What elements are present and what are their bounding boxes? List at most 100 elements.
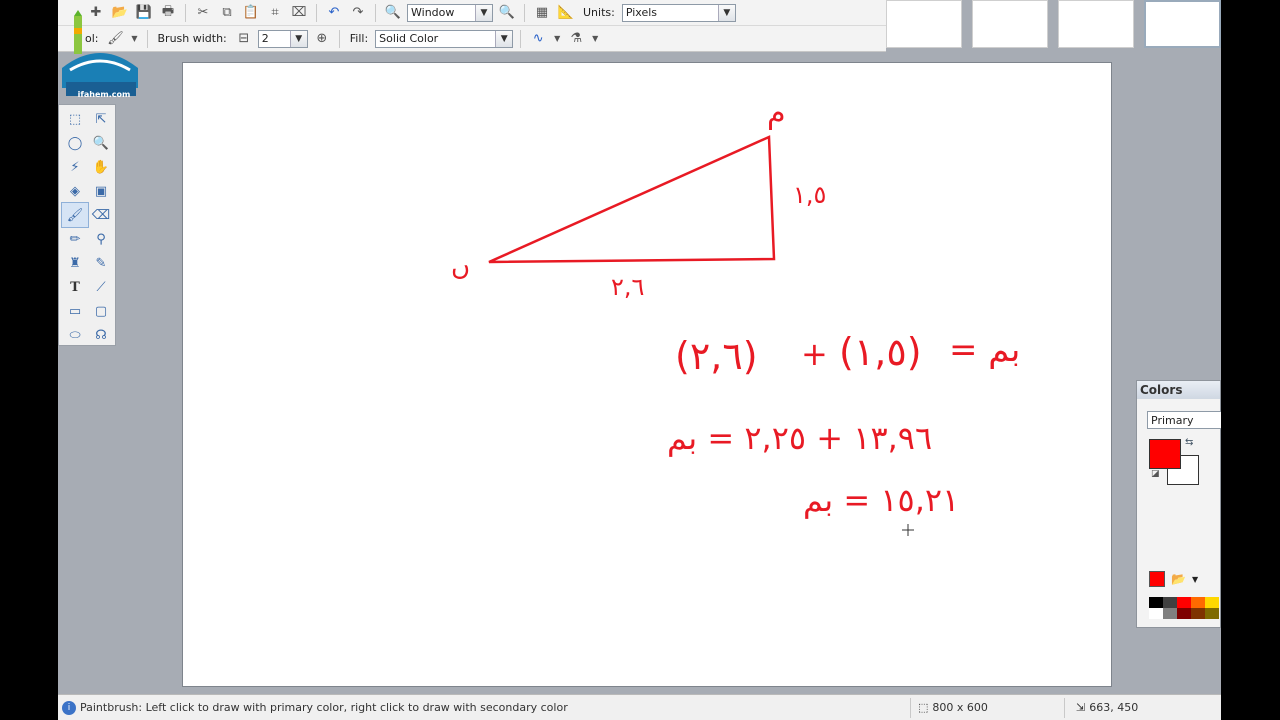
side-label-bottom: ٢,٦: [611, 273, 644, 301]
move-selection-tool-icon[interactable]: ⇱: [88, 107, 114, 131]
colors-panel-title: Colors: [1137, 381, 1220, 399]
equation-line-1-left: (٢,٦): [675, 334, 758, 378]
undo-icon[interactable]: ↶: [324, 3, 344, 23]
toolbar-divider: [316, 3, 317, 22]
units-label: Units:: [583, 6, 615, 19]
status-message: Paintbrush: Left click to draw with prim…: [80, 701, 568, 714]
rectangle-tool-icon[interactable]: ▭: [62, 299, 88, 323]
grid-icon[interactable]: ▦: [532, 3, 552, 23]
image-thumbnail[interactable]: [1058, 0, 1134, 48]
toolbar-divider: [338, 29, 340, 48]
site-logo: ifahem.com: [60, 8, 138, 104]
blend-mode-icon[interactable]: ⚗: [566, 29, 586, 49]
palette-color[interactable]: [1149, 608, 1163, 619]
palette-color[interactable]: [1191, 608, 1205, 619]
chevron-down-icon[interactable]: ▼: [552, 29, 562, 49]
vertex-label-left: ں: [451, 252, 470, 282]
paint-net-window: ✚ 📂 💾 🖶 ✂ ⧉ 📋 ⌗ ⌧ ↶ ↷ 🔍 Window ▼ 🔍 ▦ 📐 U…: [58, 0, 1221, 720]
chevron-down-icon[interactable]: ▼: [289, 30, 307, 47]
units-select[interactable]: Pixels ▼: [621, 3, 736, 22]
units-select-value: Pixels: [625, 6, 658, 19]
ellipse-tool-icon[interactable]: ⬭: [62, 323, 88, 347]
tool-options-toolbar: ol: 🖌 ▼ Brush width: ⊟ 2 ▼ ⊕ Fill: Solid…: [58, 26, 886, 52]
fill-select[interactable]: Solid Color ▼: [375, 29, 514, 48]
decrease-width-icon[interactable]: ⊟: [234, 29, 254, 49]
image-thumbnail[interactable]: [1144, 0, 1221, 48]
increase-width-icon[interactable]: ⊕: [312, 29, 332, 49]
palette-color[interactable]: [1177, 608, 1191, 619]
right-triangle-shape: [488, 135, 776, 264]
paint-bucket-tool-icon[interactable]: ◈: [62, 179, 88, 203]
palette-actions: 📂 ▼: [1149, 571, 1198, 587]
reset-colors-icon[interactable]: ◪: [1151, 469, 1160, 479]
main-toolbar: ✚ 📂 💾 🖶 ✂ ⧉ 📋 ⌗ ⌧ ↶ ↷ 🔍 Window ▼ 🔍 ▦ 📐 U…: [58, 0, 886, 26]
toolbar-divider: [524, 3, 525, 22]
chevron-down-icon[interactable]: ▼: [495, 30, 513, 47]
equation-line-3: ١٥,٢١ = بم: [803, 481, 959, 519]
eraser-tool-icon[interactable]: ⌫: [88, 203, 114, 227]
image-size-icon: ⬚: [918, 701, 929, 714]
gradient-tool-icon[interactable]: ▣: [88, 179, 114, 203]
chevron-down-icon[interactable]: ▼: [590, 29, 600, 49]
zoom-in-icon[interactable]: 🔍: [497, 3, 517, 23]
recolor-tool-icon[interactable]: ✎: [88, 251, 114, 275]
deselect-icon[interactable]: ⌧: [289, 3, 309, 23]
primary-color-swatch-front[interactable]: [1149, 439, 1181, 469]
redo-icon[interactable]: ↷: [348, 3, 368, 23]
palette-color[interactable]: [1163, 597, 1177, 608]
crop-icon[interactable]: ⌗: [265, 3, 285, 23]
cut-icon[interactable]: ✂: [193, 3, 213, 23]
rectangle-select-tool-icon[interactable]: ⬚: [62, 107, 88, 131]
cursor-position-icon: ⇲: [1076, 701, 1086, 714]
chevron-down-icon[interactable]: ▼: [1192, 575, 1198, 584]
zoom-select[interactable]: Window ▼: [407, 3, 493, 22]
rounded-rectangle-tool-icon[interactable]: ▢: [88, 299, 114, 323]
brush-width-select[interactable]: 2 ▼: [257, 29, 308, 48]
toolbar-divider: [185, 3, 186, 22]
add-color-swatch[interactable]: [1149, 571, 1165, 587]
palette-color[interactable]: [1149, 597, 1163, 608]
magic-wand-tool-icon[interactable]: ⚡: [62, 155, 88, 179]
antialiasing-icon[interactable]: ∿: [528, 29, 548, 49]
crosshair-cursor-icon: [902, 524, 914, 536]
copy-icon[interactable]: ⧉: [217, 3, 237, 23]
brush-width-label: Brush width:: [157, 32, 227, 45]
pencil-tool-icon[interactable]: ✏: [62, 227, 88, 251]
palette-folder-icon[interactable]: 📂: [1171, 572, 1186, 586]
paste-icon[interactable]: 📋: [241, 3, 261, 23]
text-tool-icon[interactable]: T: [62, 275, 88, 299]
zoom-tool-icon[interactable]: 🔍: [88, 131, 114, 155]
status-divider: [1064, 698, 1065, 718]
toolbar-divider: [146, 29, 148, 48]
palette-color[interactable]: [1163, 608, 1177, 619]
zoom-select-value: Window: [411, 6, 455, 19]
image-size-value: 800 x 600: [932, 701, 988, 714]
color-mode-select[interactable]: Primary: [1147, 411, 1221, 429]
chevron-down-icon[interactable]: ▼: [475, 4, 492, 21]
freeform-shape-tool-icon[interactable]: ☊: [88, 323, 114, 347]
image-thumbnail[interactable]: [886, 0, 962, 48]
canvas-drawing: م ں ١,٥ ٢,٦ (٢,٦) + (١,٥) = بم ١٣,٩٦ + ٢…: [451, 96, 1020, 536]
zoom-out-icon[interactable]: 🔍: [383, 3, 403, 23]
tools-palette: ⬚ ⇱ ◯ 🔍 ⚡ ✋ ◈ ▣ 🖌 ⌫ ✏ ⚲ ♜ ✎ T ⟋ ▭ ▢ ⬭ ☊: [58, 104, 116, 346]
drawing-canvas[interactable]: م ں ١,٥ ٢,٦ (٢,٦) + (١,٥) = بم ١٣,٩٦ + ٢…: [182, 62, 1112, 687]
paintbrush-tool-icon[interactable]: 🖌: [61, 202, 89, 228]
print-icon[interactable]: 🖶: [158, 3, 178, 23]
line-curve-tool-icon[interactable]: ⟋: [88, 275, 114, 299]
image-thumbnail[interactable]: [972, 0, 1048, 48]
clone-stamp-tool-icon[interactable]: ♜: [62, 251, 88, 275]
chevron-down-icon[interactable]: ▼: [717, 4, 735, 21]
color-picker-tool-icon[interactable]: ⚲: [88, 227, 114, 251]
equation-line-1-rhs: = بم: [949, 330, 1020, 370]
palette-color[interactable]: [1177, 597, 1191, 608]
colors-panel: Colors Primary ⇆ ◪ 📂 ▼: [1136, 380, 1221, 628]
info-icon: i: [62, 700, 76, 715]
swap-colors-icon[interactable]: ⇆: [1185, 437, 1193, 448]
palette-color[interactable]: [1205, 608, 1219, 619]
ellipse-select-tool-icon[interactable]: ◯: [62, 131, 88, 155]
logo-text: ifahem.com: [77, 90, 131, 99]
ruler-icon[interactable]: 📐: [556, 3, 576, 23]
palette-color[interactable]: [1191, 597, 1205, 608]
palette-color[interactable]: [1205, 597, 1219, 608]
pan-tool-icon[interactable]: ✋: [88, 155, 114, 179]
